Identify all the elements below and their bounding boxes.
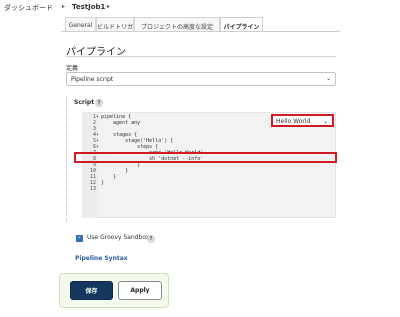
- breadcrumb-separator-icon: ▸: [62, 3, 66, 10]
- definition-select[interactable]: Pipeline script ⌄: [66, 72, 336, 86]
- tab-pipeline[interactable]: パイプライン: [220, 17, 263, 32]
- chevron-down-icon: ⌄: [325, 75, 331, 82]
- definition-label: 定義: [66, 65, 79, 72]
- groovy-sandbox-checkbox[interactable]: ✓: [76, 235, 83, 242]
- sample-script-select[interactable]: Hello World ⌄: [271, 114, 334, 127]
- line-number: 13: [89, 186, 96, 192]
- fold-toggle-icon[interactable]: ▾: [96, 144, 100, 150]
- tab-general[interactable]: General: [65, 17, 96, 32]
- breadcrumb: ダッシュボード ▸ TestJob1 ▸: [0, 0, 400, 16]
- sample-script-value: Hello World: [276, 118, 311, 125]
- script-label: Script: [74, 99, 95, 106]
- apply-button[interactable]: Apply: [118, 281, 162, 300]
- breadcrumb-separator-icon: ▸: [107, 3, 111, 10]
- tab-advanced-project[interactable]: プロジェクトの高度な設定: [134, 17, 220, 32]
- breadcrumb-job[interactable]: TestJob1: [72, 3, 105, 11]
- chevron-down-icon: ⌄: [322, 118, 328, 125]
- code-line[interactable]: }: [101, 180, 104, 186]
- groovy-sandbox-label: Use Groovy Sandbox: [87, 234, 150, 241]
- highlighted-line-marker: [74, 152, 337, 163]
- breadcrumb-dashboard[interactable]: ダッシュボード: [4, 3, 53, 13]
- definition-select-value: Pipeline script: [71, 76, 114, 83]
- tab-build-triggers[interactable]: ビルドトリガ: [96, 17, 134, 32]
- fold-toggle-icon[interactable]: ▾: [96, 114, 100, 120]
- save-button[interactable]: 保存: [70, 281, 113, 300]
- help-icon[interactable]: ?: [95, 99, 103, 107]
- pipeline-syntax-link[interactable]: Pipeline Syntax: [75, 255, 128, 262]
- code-line[interactable]: agent any: [101, 120, 140, 126]
- section-divider: [66, 56, 336, 57]
- help-icon[interactable]: ?: [147, 235, 155, 243]
